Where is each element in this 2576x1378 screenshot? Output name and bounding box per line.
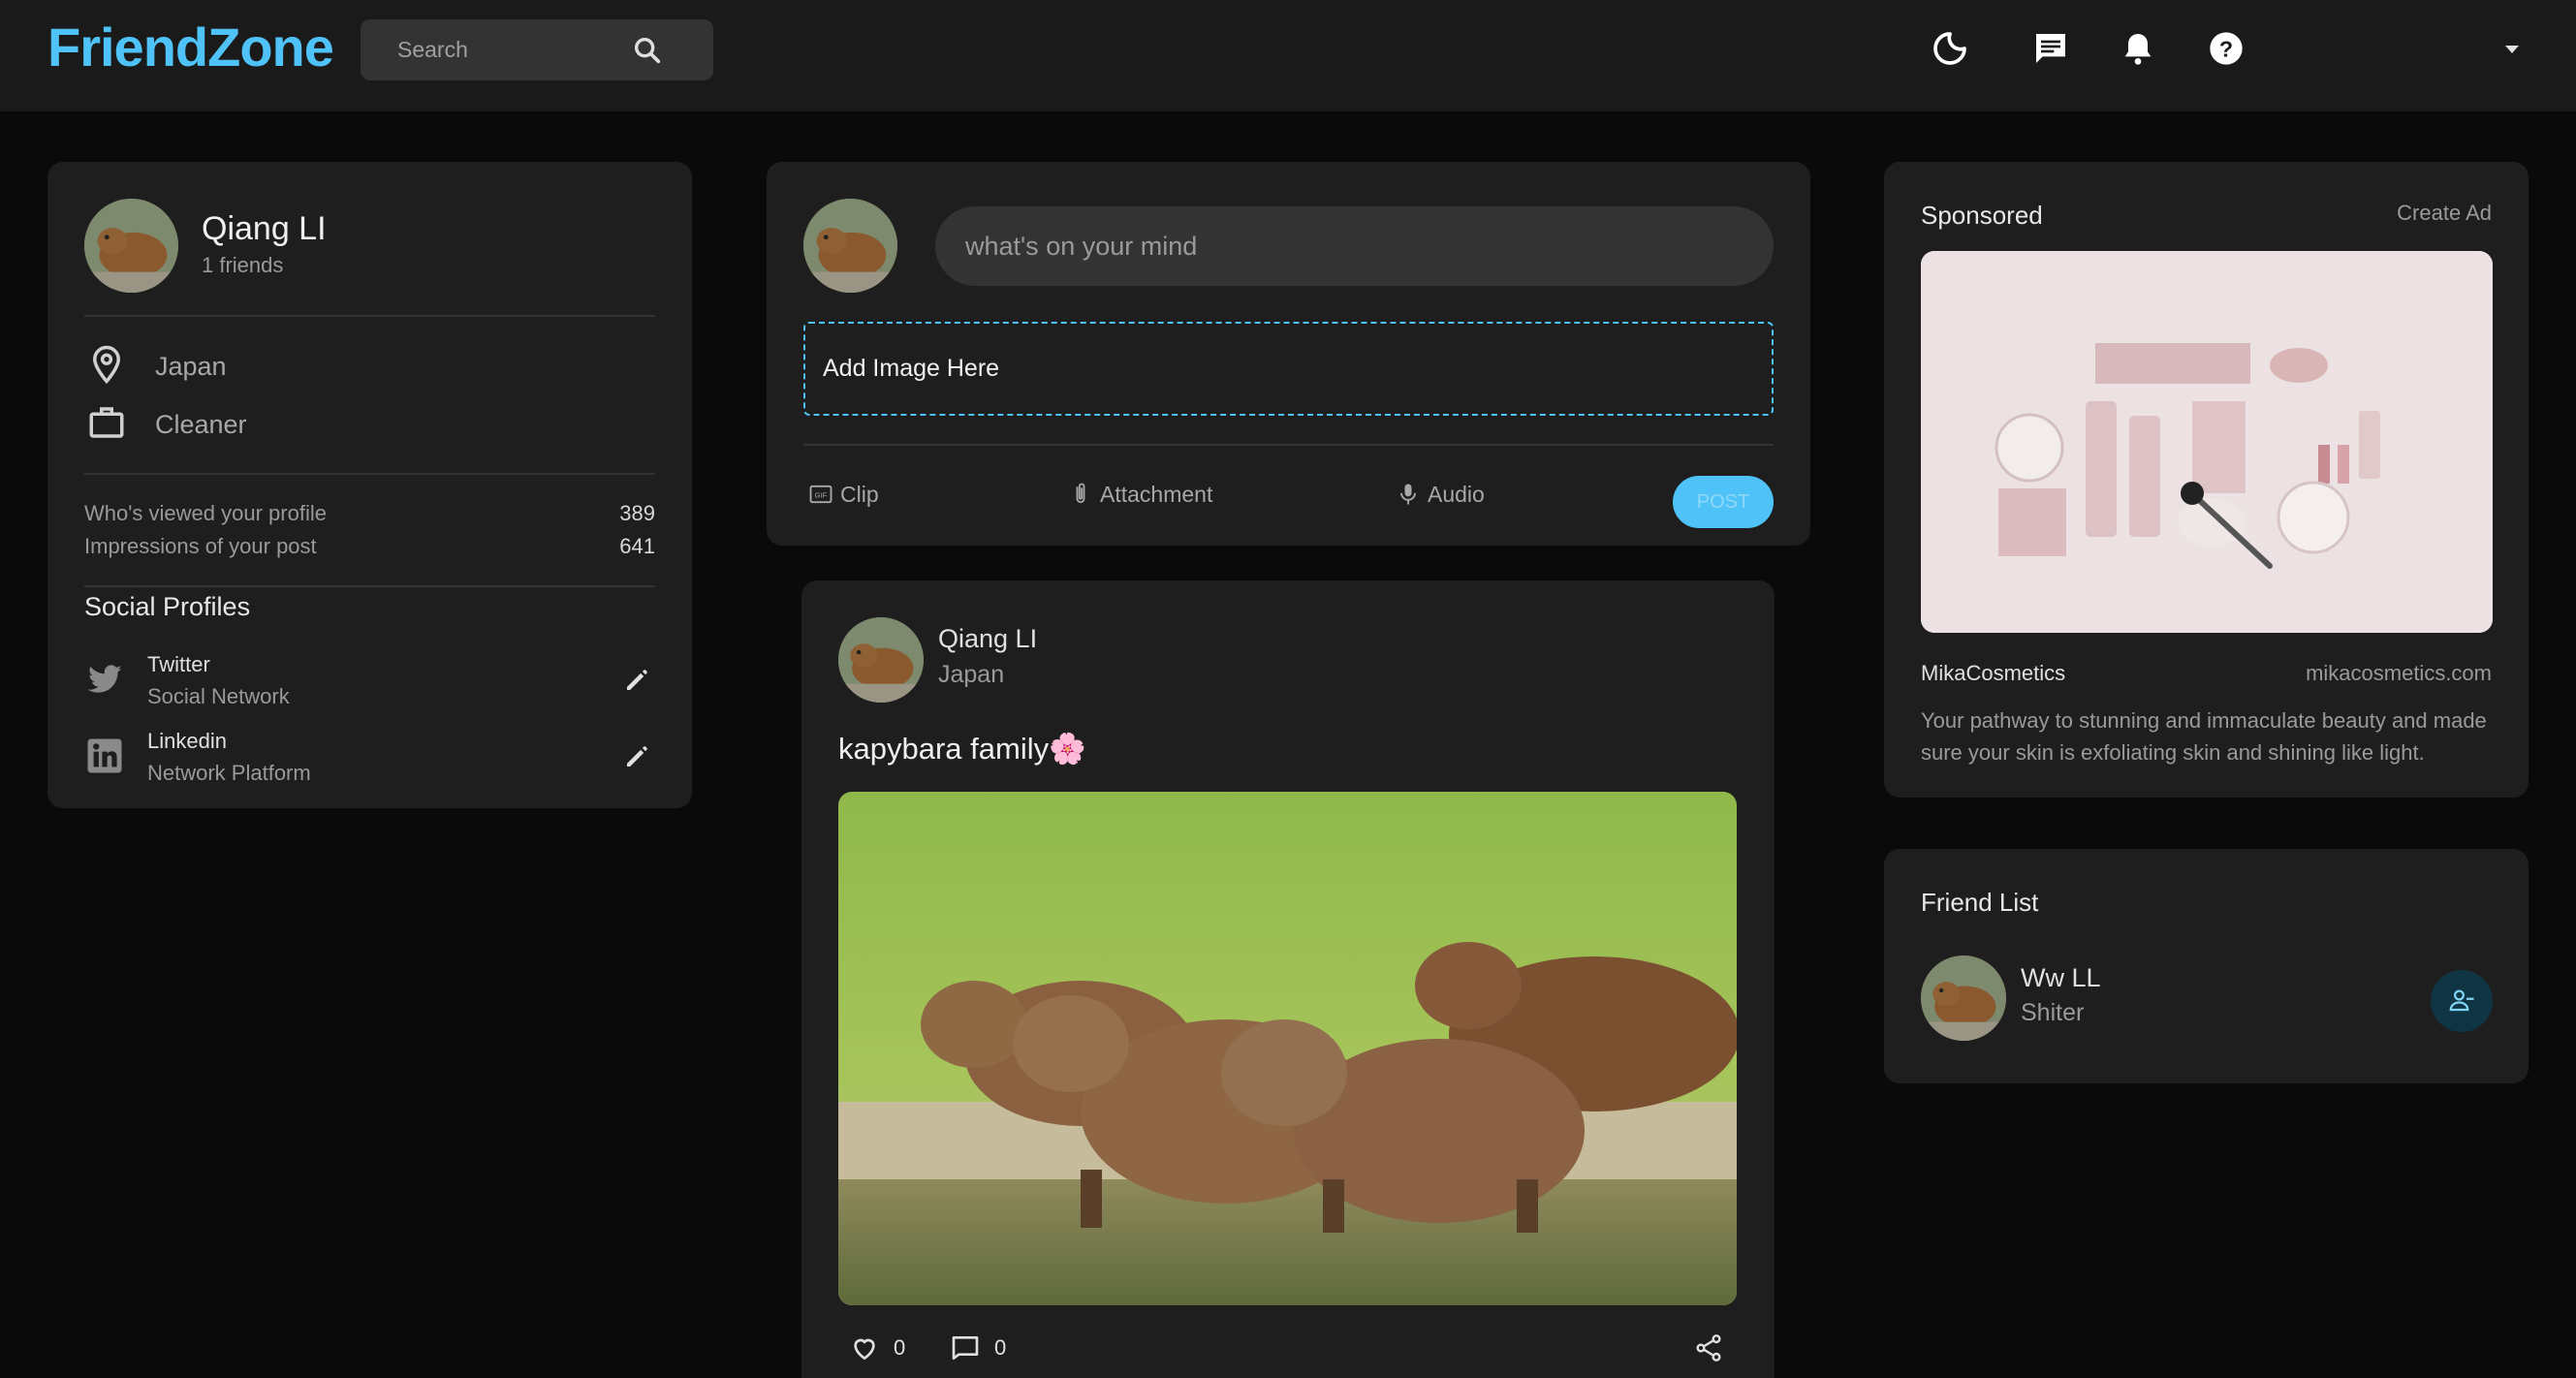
profile-views-label: Who's viewed your profile (84, 501, 327, 525)
social-profiles-heading: Social Profiles (84, 592, 251, 621)
message-icon[interactable] (2031, 29, 2070, 68)
heart-icon (854, 1338, 875, 1361)
clip-button[interactable]: GIF Clip (807, 478, 879, 511)
gif-icon: GIF (809, 485, 832, 504)
divider (84, 473, 655, 475)
like-button[interactable]: 0 (849, 1331, 905, 1365)
caret-down-icon[interactable] (2502, 43, 2522, 56)
impressions-value: 641 (619, 534, 655, 558)
divider (84, 315, 655, 317)
twitter-icon (84, 659, 125, 700)
post-input[interactable] (935, 206, 1774, 286)
profile-name[interactable]: Qiang LI (202, 210, 327, 248)
twitter-sub: Social Network (147, 684, 290, 708)
person-remove-icon (2449, 989, 2474, 1011)
search-icon[interactable] (631, 34, 664, 67)
avatar[interactable] (1921, 955, 2006, 1041)
post-image[interactable] (838, 792, 1737, 1305)
profile-views-value: 389 (619, 501, 655, 525)
edit-icon[interactable] (622, 742, 651, 771)
search-box (361, 19, 713, 80)
divider (803, 444, 1774, 446)
friend-subtitle: Shiter (2021, 999, 2085, 1026)
post-text: kapybara family🌸 (838, 732, 1086, 766)
avatar (803, 199, 897, 293)
search-input[interactable] (397, 19, 649, 80)
attachment-icon (1076, 483, 1085, 504)
edit-icon[interactable] (622, 666, 651, 695)
svg-text:?: ? (2219, 36, 2233, 61)
post-location: Japan (938, 661, 1005, 688)
occupation-text: Cleaner (155, 410, 247, 439)
remove-friend-button[interactable] (2431, 970, 2493, 1032)
dropzone-label: Add Image Here (823, 355, 1000, 382)
avatar[interactable] (84, 199, 178, 293)
share-icon (1696, 1334, 1721, 1362)
dark-mode-icon[interactable] (1931, 29, 1969, 68)
ad-description: Your pathway to stunning and immaculate … (1921, 708, 2487, 765)
divider (84, 585, 655, 587)
audio-button[interactable]: Audio (1395, 478, 1485, 511)
create-ad-link[interactable]: Create Ad (2397, 201, 2492, 226)
notifications-icon[interactable] (2119, 29, 2157, 68)
clip-label: Clip (840, 481, 879, 507)
sponsored-card: Sponsored Create Ad MikaCosmetics mikaco… (1884, 162, 2529, 798)
post-card: Qiang LI Japan kapybara family🌸 0 0 (801, 580, 1775, 1378)
friend-list-card: Friend List Ww LL Shiter (1884, 849, 2529, 1083)
profile-card: Qiang LI 1 friends Japan Cleaner Who's v… (47, 162, 692, 808)
avatar[interactable] (838, 617, 924, 703)
post-author[interactable]: Qiang LI (938, 624, 1037, 654)
post-composer: Add Image Here GIF Clip Attachment Audio… (767, 162, 1810, 546)
briefcase-icon (86, 402, 127, 443)
attachment-button[interactable]: Attachment (1067, 478, 1212, 511)
comment-count: 0 (994, 1335, 1007, 1360)
attachment-label: Attachment (1100, 481, 1213, 507)
audio-label: Audio (1428, 481, 1485, 507)
post-button[interactable]: POST (1673, 476, 1774, 528)
linkedin-icon (84, 736, 125, 776)
comment-icon (952, 1336, 979, 1360)
top-navbar: FriendZone ? (0, 0, 2576, 111)
help-icon[interactable]: ? (2207, 29, 2246, 68)
comment-button[interactable]: 0 (950, 1331, 1006, 1365)
microphone-icon (1400, 484, 1416, 505)
sponsored-heading: Sponsored (1921, 201, 2043, 230)
impressions-label: Impressions of your post (84, 534, 317, 558)
ad-brand: MikaCosmetics (1921, 661, 2066, 685)
ad-url[interactable]: mikacosmetics.com (2306, 661, 2492, 686)
svg-text:GIF: GIF (815, 491, 828, 500)
image-dropzone[interactable]: Add Image Here (803, 322, 1774, 416)
friend-list-heading: Friend List (1921, 888, 2039, 917)
friend-name[interactable]: Ww LL (2021, 963, 2101, 993)
location-text: Japan (155, 352, 227, 381)
like-count: 0 (894, 1335, 906, 1360)
linkedin-name[interactable]: Linkedin (147, 729, 227, 754)
linkedin-sub: Network Platform (147, 761, 311, 785)
app-logo[interactable]: FriendZone (47, 16, 334, 78)
ad-image[interactable] (1921, 251, 2493, 633)
location-icon (86, 344, 127, 385)
friends-count: 1 friends (202, 253, 284, 277)
twitter-name[interactable]: Twitter (147, 652, 210, 677)
share-button[interactable] (1693, 1331, 1724, 1365)
